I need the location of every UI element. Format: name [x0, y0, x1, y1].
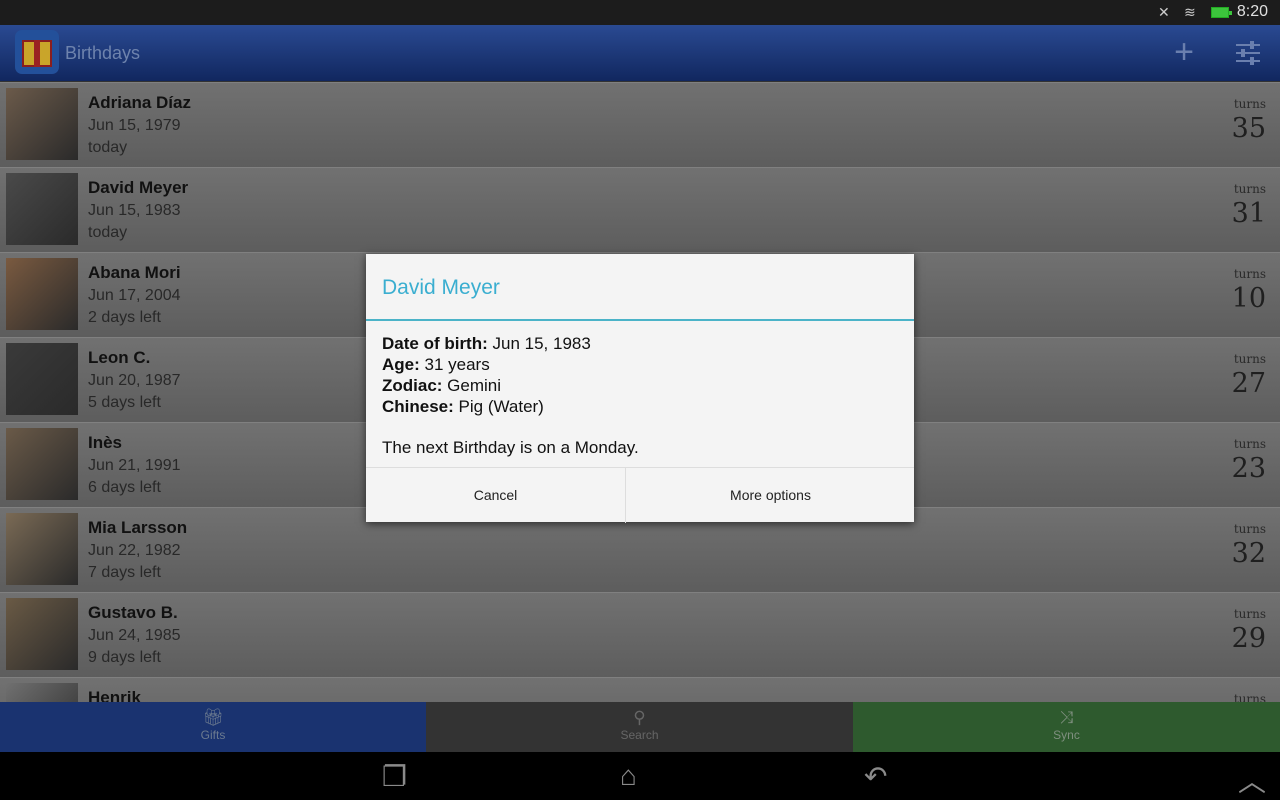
tab-sync[interactable]: ⤨ Sync: [853, 702, 1280, 752]
days-left: today: [88, 224, 128, 241]
contact-name: Adriana Díaz: [88, 93, 191, 112]
mute-icon: ✕: [1158, 4, 1170, 20]
tab-search[interactable]: ⚲ Search: [426, 702, 853, 752]
shuffle-icon: ⤨: [1059, 708, 1074, 727]
tab-label: Sync: [1053, 728, 1080, 742]
next-birthday-text: The next Birthday is on a Monday.: [382, 438, 639, 457]
settings-button[interactable]: [1230, 35, 1266, 71]
detail-zodiac: Zodiac: Gemini: [382, 376, 502, 395]
avatar: [6, 428, 78, 500]
turning-age: 31: [1231, 198, 1266, 229]
detail-dob: Date of birth: Jun 15, 1983: [382, 334, 591, 353]
status-bar: ✕ ≋ 8:20: [0, 0, 1280, 25]
turns-label: turns: [1233, 97, 1266, 111]
turns-label: turns: [1233, 437, 1266, 451]
days-left: 7 days left: [88, 564, 161, 581]
add-button[interactable]: +: [1166, 35, 1202, 71]
turning-age: 27: [1231, 368, 1266, 399]
app-logo-gift-icon[interactable]: [15, 30, 59, 74]
search-icon: ⚲: [633, 708, 646, 727]
back-icon[interactable]: ↶: [864, 760, 887, 793]
contact-name: David Meyer: [88, 178, 189, 197]
divider: [366, 319, 914, 321]
more-options-button[interactable]: More options: [627, 468, 914, 523]
contact-dob: Jun 17, 2004: [88, 287, 181, 304]
days-left: today: [88, 139, 128, 156]
contact-dob: Jun 21, 1991: [88, 457, 181, 474]
chevron-up-icon[interactable]: ︿: [1238, 760, 1266, 800]
contact-name: Inès: [88, 433, 123, 452]
settings-sliders-icon: [1236, 41, 1260, 65]
bottom-tabs: 🎁︎ Gifts ⚲ Search ⤨ Sync: [0, 702, 1280, 752]
contact-name: Gustavo B.: [88, 603, 178, 622]
gift-icon: 🎁︎: [202, 708, 224, 727]
add-icon: +: [1174, 33, 1194, 71]
home-icon[interactable]: ⌂: [620, 760, 637, 792]
detail-chinese: Chinese: Pig (Water): [382, 397, 544, 416]
dialog-buttons: Cancel More options: [366, 467, 914, 523]
turns-label: turns: [1233, 522, 1266, 536]
turning-age: 32: [1231, 538, 1266, 569]
wifi-icon: ≋: [1184, 4, 1196, 20]
contact-row[interactable]: Gustavo B. Jun 24, 1985 9 days left turns 29: [0, 592, 1280, 677]
days-left: 2 days left: [88, 309, 161, 326]
navigation-bar: ❐ ⌂ ↶ ︿: [0, 752, 1280, 800]
tab-label: Search: [620, 728, 659, 742]
contact-row[interactable]: Adriana Díaz Jun 15, 1979 today turns 35: [0, 82, 1280, 167]
contact-dob: Jun 22, 1982: [88, 542, 181, 559]
days-left: 9 days left: [88, 649, 161, 666]
days-left: 6 days left: [88, 479, 161, 496]
detail-age: Age: 31 years: [382, 355, 490, 374]
contact-dialog: David Meyer Date of birth: Jun 15, 1983 …: [366, 254, 914, 523]
avatar: [6, 598, 78, 670]
dialog-details: Date of birth: Jun 15, 1983 Age: 31 year…: [382, 333, 591, 417]
tab-label: Gifts: [200, 728, 226, 742]
turning-age: 29: [1231, 623, 1266, 654]
contact-name: Mia Larsson: [88, 518, 188, 537]
avatar: [6, 88, 78, 160]
turning-age: 23: [1231, 453, 1266, 484]
clock: 8:20: [1236, 3, 1268, 20]
turns-label: turns: [1233, 352, 1266, 366]
turns-label: turns: [1233, 267, 1266, 281]
avatar: [6, 173, 78, 245]
app-title: Birthdays: [65, 43, 141, 63]
cancel-button[interactable]: Cancel: [366, 468, 626, 523]
battery-icon: [1211, 7, 1232, 18]
contact-name: Abana Mori: [88, 263, 181, 282]
tab-gifts[interactable]: 🎁︎ Gifts: [0, 702, 426, 752]
turning-age: 35: [1231, 113, 1266, 144]
turning-age: 10: [1231, 283, 1266, 314]
dialog-title: David Meyer: [382, 276, 500, 299]
turns-label: turns: [1233, 607, 1266, 621]
turns-label: turns: [1233, 182, 1266, 196]
days-left: 5 days left: [88, 394, 161, 411]
contact-dob: Jun 24, 1985: [88, 627, 181, 644]
recent-apps-icon[interactable]: ❐: [382, 760, 407, 793]
contact-dob: Jun 15, 1979: [88, 117, 181, 134]
contact-row[interactable]: David Meyer Jun 15, 1983 today turns 31: [0, 167, 1280, 252]
contact-name: Leon C.: [88, 348, 151, 367]
avatar: [6, 513, 78, 585]
avatar: [6, 258, 78, 330]
contact-dob: Jun 15, 1983: [88, 202, 181, 219]
app-bar: Birthdays +: [0, 25, 1280, 82]
contact-dob: Jun 20, 1987: [88, 372, 181, 389]
avatar: [6, 343, 78, 415]
